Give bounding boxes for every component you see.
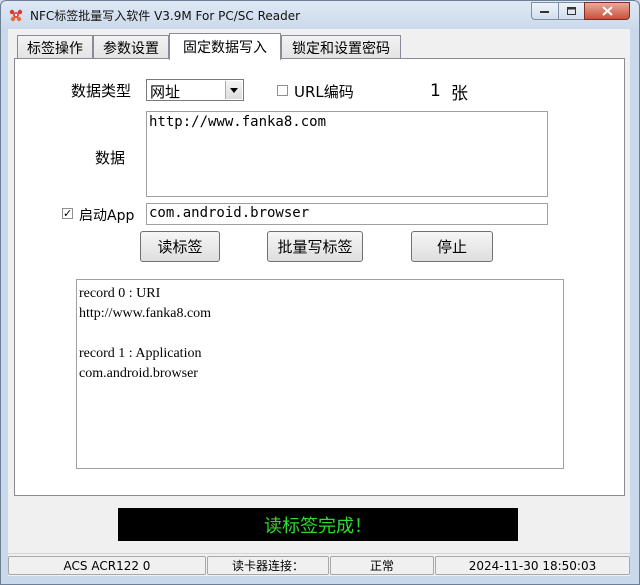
launch-app-checkbox[interactable]: ✓ <box>62 208 73 219</box>
reader-name: ACS ACR122 0 <box>8 556 206 575</box>
count-value: 1 <box>430 81 441 101</box>
window-title: NFC标签批量写入软件 V3.9M For PC/SC Reader <box>30 9 301 23</box>
dropdown-arrow-icon[interactable] <box>225 81 242 99</box>
log-line: record 1 : Application <box>79 346 202 361</box>
log-output[interactable]: record 0 : URI http://www.fanka8.com rec… <box>76 279 564 469</box>
launch-app-label: 启动App <box>79 208 135 224</box>
url-encode-label: URL编码 <box>294 83 354 101</box>
data-type-value: 网址 <box>150 83 181 101</box>
status-bar: ACS ACR122 0 读卡器连接： 正常 2024-11-30 18:50:… <box>8 553 630 576</box>
minimize-button[interactable] <box>531 2 559 20</box>
tab-fixed-data-write[interactable]: 固定数据写入 <box>169 33 281 60</box>
log-line: record 0 : URI <box>79 286 161 301</box>
title-bar[interactable]: NFC标签批量写入软件 V3.9M For PC/SC Reader <box>1 1 639 29</box>
connection-state: 正常 <box>330 556 434 575</box>
status-message: 读标签完成！ <box>118 508 518 541</box>
datetime: 2024-11-30 18:50:03 <box>435 556 630 575</box>
minimize-icon <box>540 11 549 13</box>
app-icon <box>9 9 23 22</box>
stop-button[interactable]: 停止 <box>411 231 493 262</box>
tab-parameter-settings[interactable]: 参数设置 <box>93 35 169 59</box>
close-icon <box>601 6 613 16</box>
log-line: com.android.browser <box>79 366 198 381</box>
batch-write-button[interactable]: 批量写标签 <box>267 231 363 262</box>
launch-app-input[interactable]: com.android.browser <box>146 203 548 225</box>
connection-label: 读卡器连接： <box>207 556 329 575</box>
close-button[interactable] <box>584 2 630 20</box>
log-line: http://www.fanka8.com <box>79 306 212 321</box>
read-tag-button[interactable]: 读标签 <box>140 231 220 262</box>
maximize-icon <box>566 6 576 15</box>
count-unit: 张 <box>451 84 468 104</box>
tab-lock-and-password[interactable]: 锁定和设置密码 <box>281 35 401 59</box>
tab-tag-operations[interactable]: 标签操作 <box>17 35 93 59</box>
data-textarea[interactable]: http://www.fanka8.com <box>146 111 548 197</box>
data-type-select[interactable]: 网址 <box>146 79 244 101</box>
maximize-button[interactable] <box>558 2 585 20</box>
data-label: 数据 <box>95 149 126 167</box>
url-encode-checkbox[interactable] <box>277 85 288 96</box>
data-type-label: 数据类型 <box>71 82 132 100</box>
